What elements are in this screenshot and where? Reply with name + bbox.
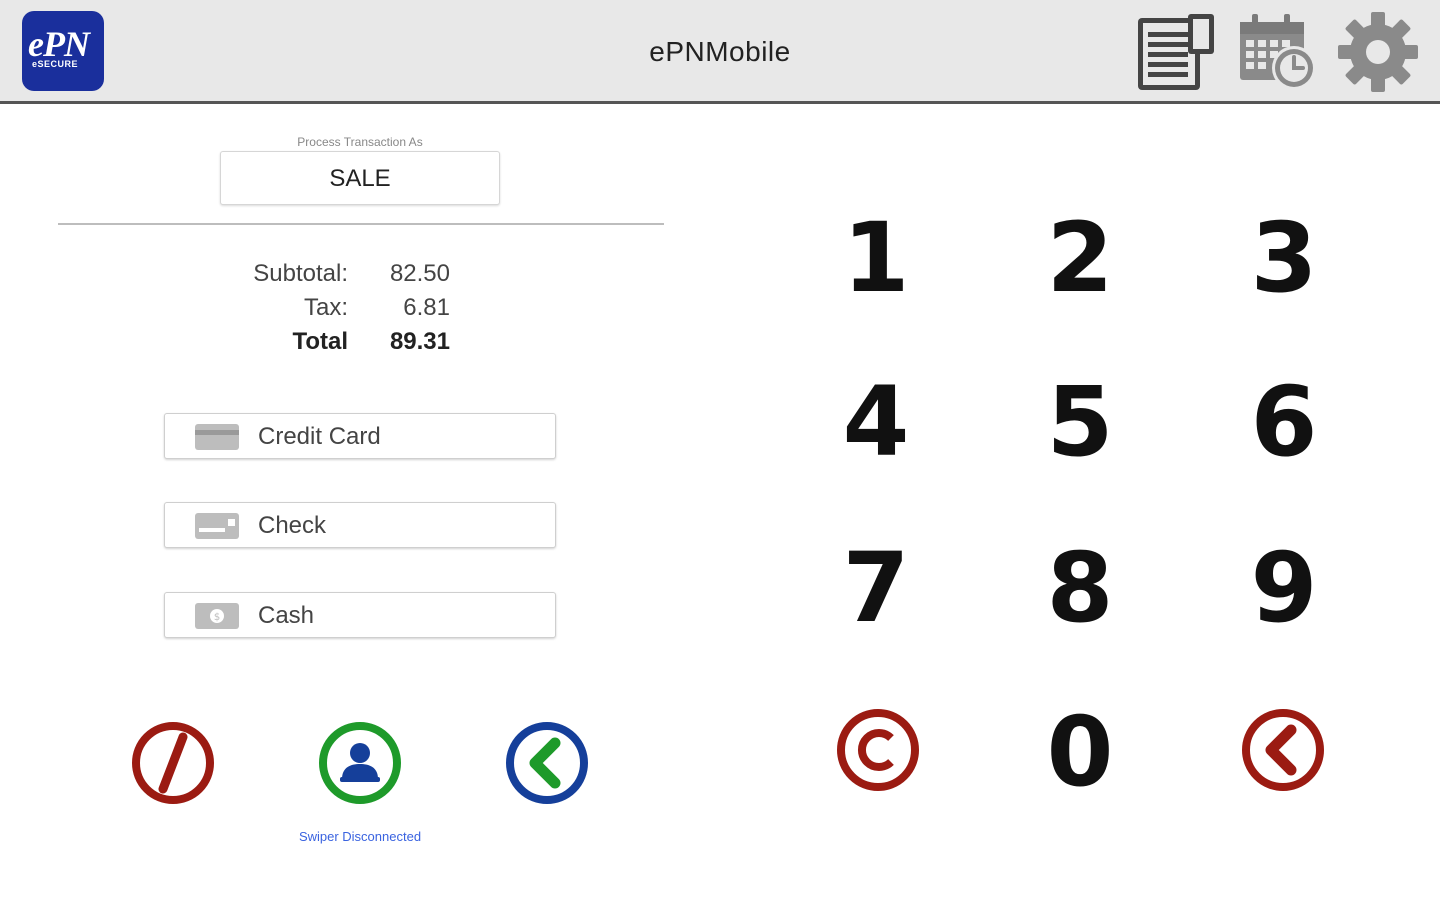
clear-icon	[837, 709, 919, 791]
subtotal-label: Subtotal:	[253, 260, 348, 287]
transaction-type-label: Process Transaction As	[297, 135, 423, 149]
key-0[interactable]: 0	[980, 677, 1180, 827]
key-8[interactable]: 8	[980, 513, 1180, 663]
app-header: ePN eSECURE ePNMobile	[0, 0, 1440, 104]
void-icon	[132, 722, 214, 804]
transaction-panel: Process Transaction As SALE Subtotal: 82…	[0, 107, 720, 900]
clear-button[interactable]	[836, 708, 920, 792]
backspace-button[interactable]	[1241, 708, 1325, 792]
receipt-icon[interactable]	[1134, 10, 1218, 94]
credit-card-button[interactable]: Credit Card	[164, 413, 556, 459]
gear-icon[interactable]	[1336, 10, 1420, 94]
cash-button[interactable]: $ Cash	[164, 592, 556, 638]
backspace-icon	[1242, 709, 1324, 791]
calendar-clock-icon[interactable]	[1236, 10, 1320, 94]
check-button[interactable]: Check	[164, 502, 556, 548]
total-value: 89.31	[389, 328, 450, 355]
back-arrow-icon	[506, 722, 588, 804]
back-button[interactable]	[505, 721, 589, 805]
total-row: Total 89.31	[180, 325, 540, 359]
totals-summary: Subtotal: 82.50 Tax: 6.81 Total 89.31	[180, 257, 540, 359]
customer-icon	[319, 722, 401, 804]
key-9[interactable]: 9	[1184, 513, 1384, 663]
key-2[interactable]: 2	[980, 183, 1180, 333]
svg-text:$: $	[214, 612, 220, 623]
subtotal-row: Subtotal: 82.50	[180, 257, 540, 291]
key-4[interactable]: 4	[776, 347, 976, 497]
epn-logo: ePN eSECURE	[22, 11, 104, 91]
tax-label: Tax:	[303, 294, 348, 321]
swiper-status: Swiper Disconnected	[298, 829, 422, 844]
key-7[interactable]: 7	[776, 513, 976, 663]
key-3[interactable]: 3	[1184, 183, 1384, 333]
credit-card-icon	[195, 424, 239, 450]
customer-button[interactable]	[318, 721, 402, 805]
check-label: Check	[258, 512, 327, 539]
key-5[interactable]: 5	[980, 347, 1180, 497]
total-label: Total	[292, 328, 348, 355]
credit-card-label: Credit Card	[258, 423, 381, 450]
transaction-type-select[interactable]: SALE	[220, 151, 500, 205]
cash-label: Cash	[258, 602, 315, 629]
subtotal-value: 82.50	[389, 260, 450, 287]
tax-row: Tax: 6.81	[180, 291, 540, 325]
tax-value: 6.81	[403, 294, 450, 321]
key-6[interactable]: 6	[1184, 347, 1384, 497]
cash-icon: $	[195, 603, 239, 629]
numeric-keypad: 1 2 3 4 5 6 7 8 9 0	[776, 175, 1386, 835]
app-title: ePNMobile	[649, 36, 791, 67]
logo-subtext: eSECURE	[32, 59, 79, 69]
key-1[interactable]: 1	[776, 183, 976, 333]
void-button[interactable]	[131, 721, 215, 805]
check-icon	[195, 513, 239, 539]
divider	[58, 223, 664, 225]
